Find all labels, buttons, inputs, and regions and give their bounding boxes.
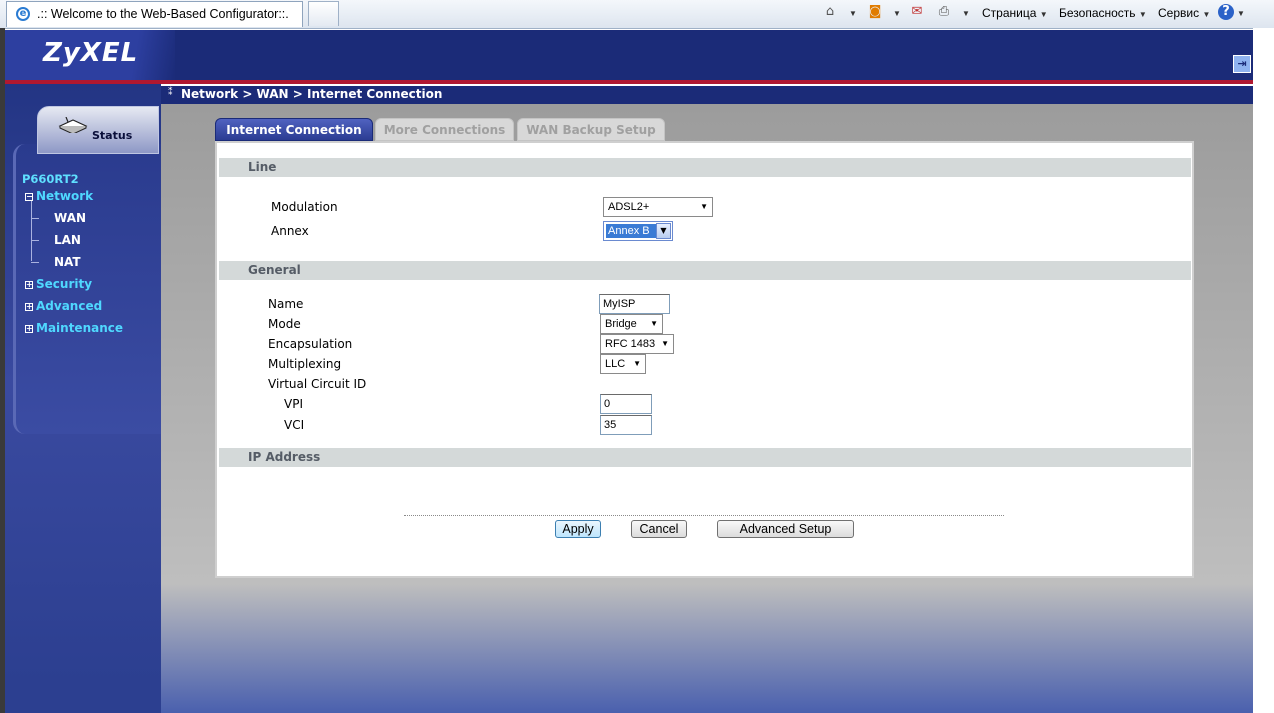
sidebar-item-advanced[interactable]: + Advanced <box>25 299 102 313</box>
tab-internet-connection[interactable]: Internet Connection <box>215 118 373 141</box>
name-label: Name <box>268 297 304 311</box>
sidebar-item-label: Network <box>36 189 94 203</box>
home-icon[interactable]: ⌂ <box>822 4 838 20</box>
sidebar-item-nat[interactable]: NAT <box>54 255 81 269</box>
tree-branch <box>31 262 39 263</box>
button-divider <box>404 515 1004 516</box>
sidebar-item-wan[interactable]: WAN <box>54 211 86 225</box>
expand-icon: + <box>25 324 33 333</box>
new-tab-button[interactable] <box>308 1 339 26</box>
vci-label: VCI <box>284 418 305 432</box>
router-icon <box>58 117 88 133</box>
name-field[interactable]: MyISP <box>599 294 670 314</box>
logo-block: ZyXEL <box>5 30 175 83</box>
safety-menu[interactable]: Безопасность ▼ <box>1059 4 1147 22</box>
tab-wan-backup-setup[interactable]: WAN Backup Setup <box>517 118 665 141</box>
annex-select[interactable]: Annex B ▼ <box>603 221 673 241</box>
sidebar-item-label: Advanced <box>36 299 103 313</box>
help-dropdown-icon[interactable]: ▼ <box>1237 5 1245 23</box>
apply-button[interactable]: Apply <box>555 520 601 538</box>
print-icon[interactable]: ⎙ <box>936 4 952 20</box>
expand-icon: + <box>25 302 33 311</box>
status-button[interactable]: Status <box>37 106 159 154</box>
ie-icon: e <box>16 7 30 21</box>
chevron-down-icon: ▼ <box>661 339 669 348</box>
sidebar-item-security[interactable]: + Security <box>25 277 92 291</box>
vci-field[interactable]: 35 <box>600 415 652 435</box>
virtual-circuit-id-label: Virtual Circuit ID <box>268 377 367 391</box>
section-general: General <box>219 261 1191 280</box>
encapsulation-select[interactable]: RFC 1483 ▼ <box>600 334 674 354</box>
scroll-area <box>1253 28 1274 713</box>
tree-line <box>31 201 32 261</box>
expand-icon: + <box>25 280 33 289</box>
page-menu[interactable]: Страница ▼ <box>982 4 1048 22</box>
safety-menu-label: Безопасность <box>1059 6 1136 20</box>
multiplexing-value: LLC <box>605 358 626 370</box>
advanced-setup-button[interactable]: Advanced Setup <box>717 520 854 538</box>
section-title: IP Address <box>248 450 321 464</box>
annex-label: Annex <box>271 224 309 238</box>
header-divider <box>5 80 1253 84</box>
tools-menu[interactable]: Сервис ▼ <box>1158 4 1210 22</box>
mode-label: Mode <box>268 317 301 331</box>
print-dropdown-icon[interactable]: ▼ <box>962 5 970 23</box>
chevron-down-icon: ▼ <box>1039 10 1048 19</box>
tree-branch <box>31 240 39 241</box>
multiplexing-select[interactable]: LLC ▼ <box>600 354 646 374</box>
sidebar-item-label: Maintenance <box>36 321 124 335</box>
section-title: Line <box>248 160 277 174</box>
section-ip-address: IP Address <box>219 448 1191 467</box>
modulation-value: ADSL2+ <box>608 201 650 213</box>
cancel-button[interactable]: Cancel <box>631 520 687 538</box>
mode-select[interactable]: Bridge ▼ <box>600 314 663 334</box>
vpi-label: VPI <box>284 397 303 411</box>
sidebar-item-maintenance[interactable]: + Maintenance <box>25 321 123 335</box>
rss-dropdown-icon[interactable]: ▼ <box>893 5 901 23</box>
logout-icon[interactable]: ⇥ <box>1233 55 1251 73</box>
app-header: ZyXEL ⇥ <box>5 30 1253 83</box>
tab-title: .:: Welcome to the Web-Based Configurato… <box>37 7 289 21</box>
chevron-down-icon[interactable]: ▼ <box>656 223 671 239</box>
sidebar-item-lan[interactable]: LAN <box>54 233 81 247</box>
sidebar-item-network[interactable]: − Network <box>25 189 93 203</box>
chevron-down-icon: ▼ <box>1202 10 1211 19</box>
home-dropdown-icon[interactable]: ▼ <box>849 5 857 23</box>
device-name: P660RT2 <box>22 172 79 186</box>
zyxel-logo: ZyXEL <box>43 38 139 68</box>
chevron-down-icon: ▼ <box>633 359 641 368</box>
sidebar: Status P660RT2 − Network WAN LAN NAT + Sec… <box>5 84 161 713</box>
encapsulation-label: Encapsulation <box>268 337 353 351</box>
read-mail-icon[interactable]: ✉ <box>909 4 925 20</box>
breadcrumb-bar: ⁑ Network > WAN > Internet Connection <box>161 86 1253 104</box>
status-label: Status <box>92 129 133 142</box>
help-icon[interactable]: ? <box>1218 4 1234 20</box>
breadcrumb-arrow-icon: ⁑ <box>168 88 173 98</box>
annex-value: Annex B <box>606 224 656 238</box>
modulation-label: Modulation <box>271 200 338 214</box>
tools-menu-label: Сервис <box>1158 6 1200 20</box>
breadcrumb: Network > WAN > Internet Connection <box>181 87 443 101</box>
chevron-down-icon: ▼ <box>650 319 658 328</box>
browser-tab[interactable]: e .:: Welcome to the Web-Based Configura… <box>6 1 303 27</box>
section-line: Line <box>219 158 1191 177</box>
chevron-down-icon: ▼ <box>700 202 708 211</box>
sidebar-item-label: Security <box>36 277 93 291</box>
tab-more-connections[interactable]: More Connections <box>375 118 514 141</box>
tree-branch <box>31 218 39 219</box>
rss-icon[interactable]: ◙ <box>867 4 883 20</box>
browser-toolbar: e .:: Welcome to the Web-Based Configura… <box>0 0 1274 29</box>
chevron-down-icon: ▼ <box>1138 10 1147 19</box>
multiplexing-label: Multiplexing <box>268 357 342 371</box>
collapse-icon: − <box>25 192 33 201</box>
modulation-select[interactable]: ADSL2+ ▼ <box>603 197 713 217</box>
vpi-field[interactable]: 0 <box>600 394 652 414</box>
encapsulation-value: RFC 1483 <box>605 338 656 350</box>
page-menu-label: Страница <box>982 6 1037 20</box>
mode-value: Bridge <box>605 318 637 330</box>
section-title: General <box>248 263 301 277</box>
